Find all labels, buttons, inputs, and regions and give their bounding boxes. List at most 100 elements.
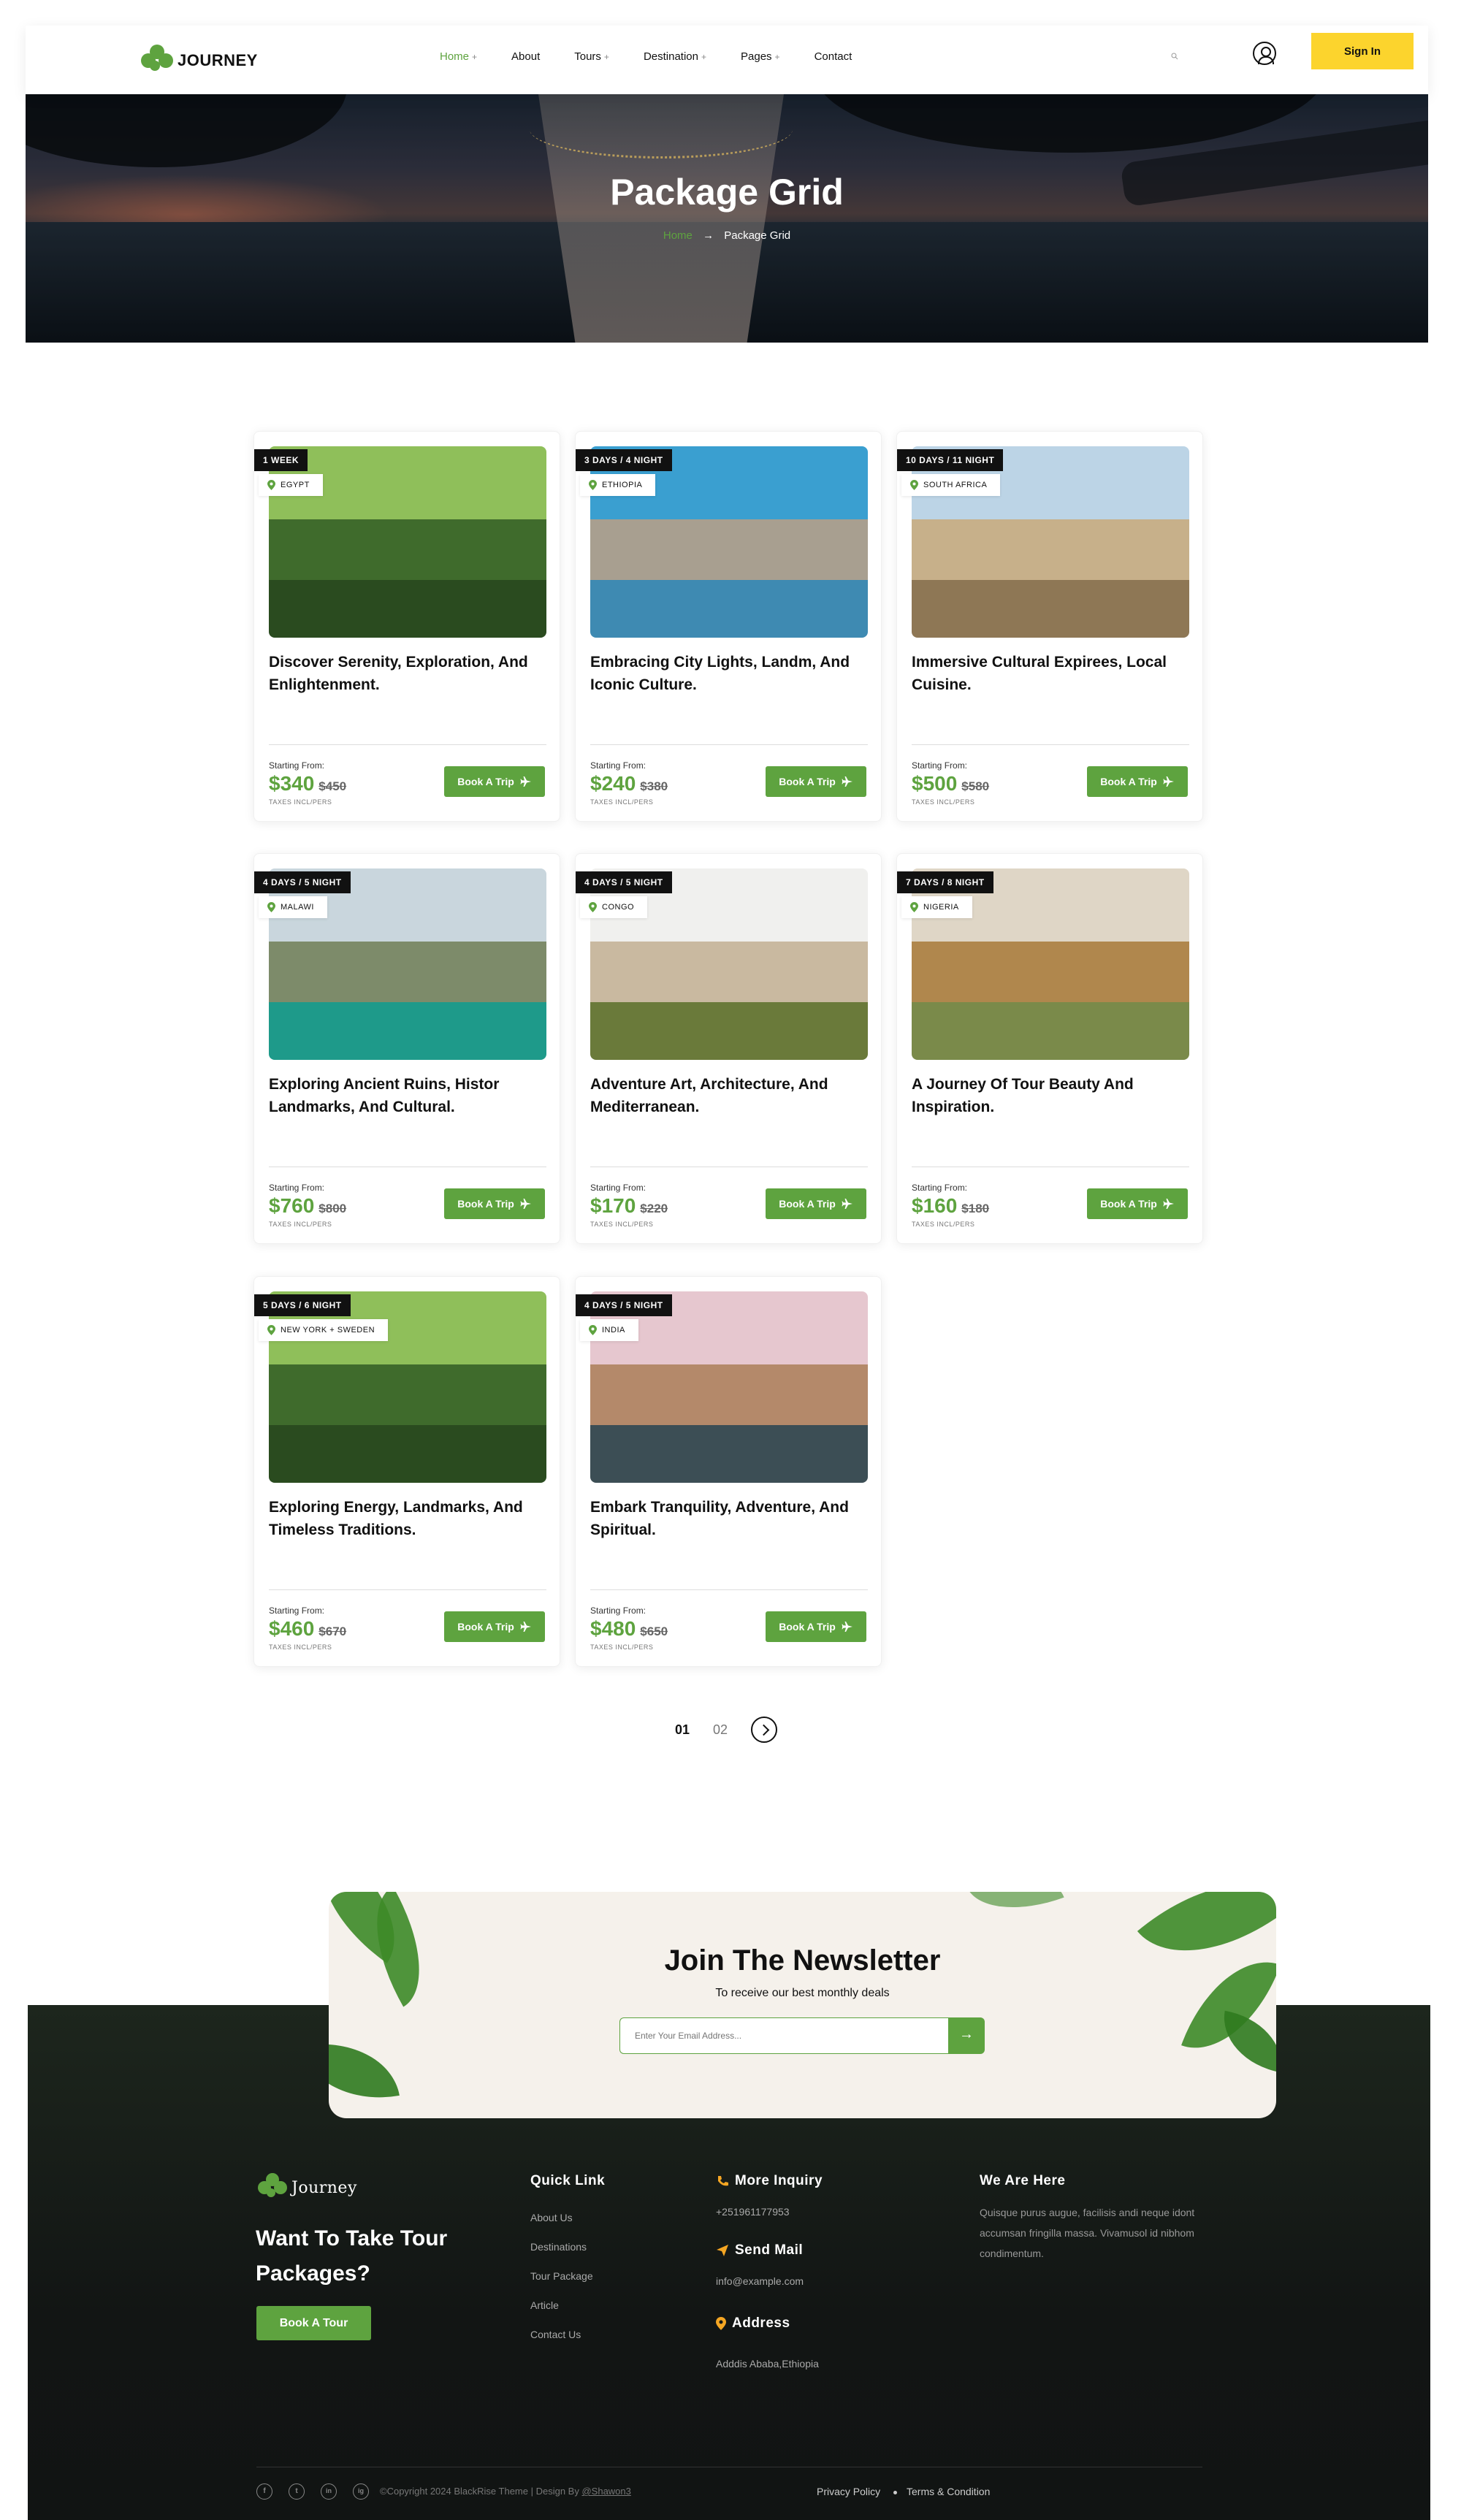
duration-badge: 4 DAYS / 5 NIGHT (254, 871, 351, 893)
package-card[interactable]: 10 DAYS / 11 NIGHT SOUTH AFRICA Immersive … (896, 431, 1203, 822)
package-price: $480 $650 (590, 1617, 668, 1640)
book-a-trip-button[interactable]: Book A Trip (766, 1611, 866, 1642)
breadcrumb-home[interactable]: Home (663, 229, 693, 242)
old-price: $580 (961, 779, 990, 793)
package-title[interactable]: Exploring Energy, Landmarks, And Timeles… (269, 1496, 550, 1541)
location-tag: CONGO (580, 896, 648, 918)
copyright: ©Copyright 2024 BlackRise Theme | Design… (380, 2486, 631, 2497)
duration-badge: 5 DAYS / 6 NIGHT (254, 1294, 351, 1316)
starting-from-label: Starting From: (269, 1605, 325, 1616)
we-are-here-text: Quisque purus augue, facilisis andi nequ… (980, 2207, 1195, 2259)
airplane-icon (520, 1199, 531, 1209)
package-card[interactable]: 4 DAYS / 5 NIGHT MALAWI Exploring Ancient … (253, 853, 560, 1244)
nav-about[interactable]: About (511, 50, 540, 63)
package-price: $160 $180 (912, 1194, 990, 1217)
package-card[interactable]: 4 DAYS / 5 NIGHT INDIA Embark Tranquility,… (575, 1276, 882, 1667)
book-a-tour-button[interactable]: Book A Tour (256, 2306, 371, 2340)
starting-from-label: Starting From: (590, 1605, 646, 1616)
sign-in-button[interactable]: Sign In (1311, 33, 1414, 69)
package-title[interactable]: Immersive Cultural Expirees, Local Cuisi… (912, 651, 1193, 696)
footer-link-article[interactable]: Article (530, 2299, 559, 2311)
footer-link-tour-package[interactable]: Tour Package (530, 2270, 593, 2282)
page-link-2[interactable]: 02 (713, 1722, 728, 1738)
package-title[interactable]: Embark Tranquility, Adventure, And Spiri… (590, 1496, 871, 1541)
package-title[interactable]: A Journey Of Tour Beauty And Inspiration… (912, 1073, 1193, 1118)
book-a-trip-button[interactable]: Book A Trip (766, 1188, 866, 1219)
book-a-trip-button[interactable]: Book A Trip (444, 1611, 545, 1642)
airplane-icon (520, 776, 531, 787)
package-card[interactable]: 7 DAYS / 8 NIGHT NIGERIA A Journey Of Tour… (896, 853, 1203, 1244)
footer-phone[interactable]: +251961177953 (716, 2206, 790, 2218)
brand-logo[interactable]: JOURNEY (141, 45, 258, 77)
location-pin-icon (267, 902, 275, 912)
airplane-icon (520, 1622, 531, 1632)
nav-destination[interactable]: Destination + (644, 50, 706, 63)
newsletter-submit-button[interactable] (948, 2017, 985, 2054)
old-price: $220 (640, 1202, 668, 1215)
starting-from-label: Starting From: (590, 1183, 646, 1193)
footer-link-destinations[interactable]: Destinations (530, 2241, 587, 2253)
page-title: Package Grid (610, 172, 844, 213)
location-pin-icon (589, 1325, 597, 1335)
user-account-icon[interactable] (1253, 42, 1276, 65)
airplane-icon (842, 776, 852, 787)
quick-link-title: Quick Link (530, 2173, 606, 2188)
footer-email[interactable]: info@example.com (716, 2275, 804, 2287)
terms-link[interactable]: Terms & Condition (907, 2486, 990, 2497)
instagram-icon[interactable]: ig (353, 2483, 369, 2500)
tax-note: TAXES INCL/PERS (912, 1221, 975, 1228)
starting-from-label: Starting From: (590, 760, 646, 771)
designer-link[interactable]: @Shawon3 (581, 2486, 630, 2497)
privacy-policy-link[interactable]: Privacy Policy (817, 2486, 880, 2497)
footer-brand-name: Journey (291, 2178, 357, 2197)
package-card[interactable]: 1 WEEK EGYPT Discover Serenity, Exploratio… (253, 431, 560, 822)
package-price: $500 $580 (912, 772, 990, 795)
pagination: 01 02 (675, 1717, 778, 1743)
page-link-1[interactable]: 01 (675, 1722, 690, 1738)
location-tag: EGYPT (259, 474, 323, 496)
footer-link-about[interactable]: About Us (530, 2212, 573, 2223)
footer-logo[interactable]: Journey (258, 2173, 357, 2202)
package-card[interactable]: 4 DAYS / 5 NIGHT CONGO Adventure Art, Arch… (575, 853, 882, 1244)
old-price: $380 (640, 779, 668, 793)
linkedin-icon[interactable]: in (321, 2483, 337, 2500)
duration-badge: 4 DAYS / 5 NIGHT (576, 871, 672, 893)
package-title[interactable]: Discover Serenity, Exploration, And Enli… (269, 651, 550, 696)
twitter-icon[interactable]: t (289, 2483, 305, 2500)
tax-note: TAXES INCL/PERS (590, 1643, 654, 1651)
newsletter-title: Join The Newsletter (664, 1944, 941, 1977)
duration-badge: 7 DAYS / 8 NIGHT (897, 871, 993, 893)
package-title[interactable]: Exploring Ancient Ruins, Histor Landmark… (269, 1073, 550, 1118)
nav-home[interactable]: Home + (440, 50, 477, 63)
airplane-icon (842, 1622, 852, 1632)
location-pin-icon (267, 480, 275, 490)
search-icon[interactable] (1170, 52, 1179, 61)
nav-tours[interactable]: Tours + (574, 50, 609, 63)
airplane-icon (842, 1199, 852, 1209)
book-a-trip-button[interactable]: Book A Trip (444, 766, 545, 797)
package-card[interactable]: 5 DAYS / 6 NIGHT NEW YORK + SWEDEN Explori… (253, 1276, 560, 1667)
footer-link-contact[interactable]: Contact Us (530, 2329, 581, 2340)
book-a-trip-button[interactable]: Book A Trip (1087, 766, 1188, 797)
old-price: $450 (318, 779, 347, 793)
duration-badge: 3 DAYS / 4 NIGHT (576, 449, 672, 471)
next-page-icon[interactable] (751, 1717, 778, 1743)
package-title[interactable]: Embracing City Lights, Landm, And Iconic… (590, 651, 871, 696)
book-a-trip-button[interactable]: Book A Trip (444, 1188, 545, 1219)
location-tag: SOUTH AFRICA (901, 474, 1001, 496)
book-a-trip-button[interactable]: Book A Trip (766, 766, 866, 797)
tax-note: TAXES INCL/PERS (269, 1643, 332, 1651)
nav-pages[interactable]: Pages + (741, 50, 780, 63)
package-title[interactable]: Adventure Art, Architecture, And Mediter… (590, 1073, 871, 1118)
newsletter-email-input[interactable] (619, 2017, 950, 2054)
location-tag: NIGERIA (901, 896, 972, 918)
package-card[interactable]: 3 DAYS / 4 NIGHT ETHIOPIA Embracing City L… (575, 431, 882, 822)
phone-icon (718, 2175, 728, 2186)
tax-note: TAXES INCL/PERS (912, 798, 975, 806)
nav-contact[interactable]: Contact (815, 50, 852, 63)
book-a-trip-button[interactable]: Book A Trip (1087, 1188, 1188, 1219)
tax-note: TAXES INCL/PERS (269, 798, 332, 806)
arrow-right-icon: → (703, 229, 714, 242)
facebook-icon[interactable]: f (256, 2483, 272, 2500)
old-price: $670 (318, 1624, 347, 1638)
